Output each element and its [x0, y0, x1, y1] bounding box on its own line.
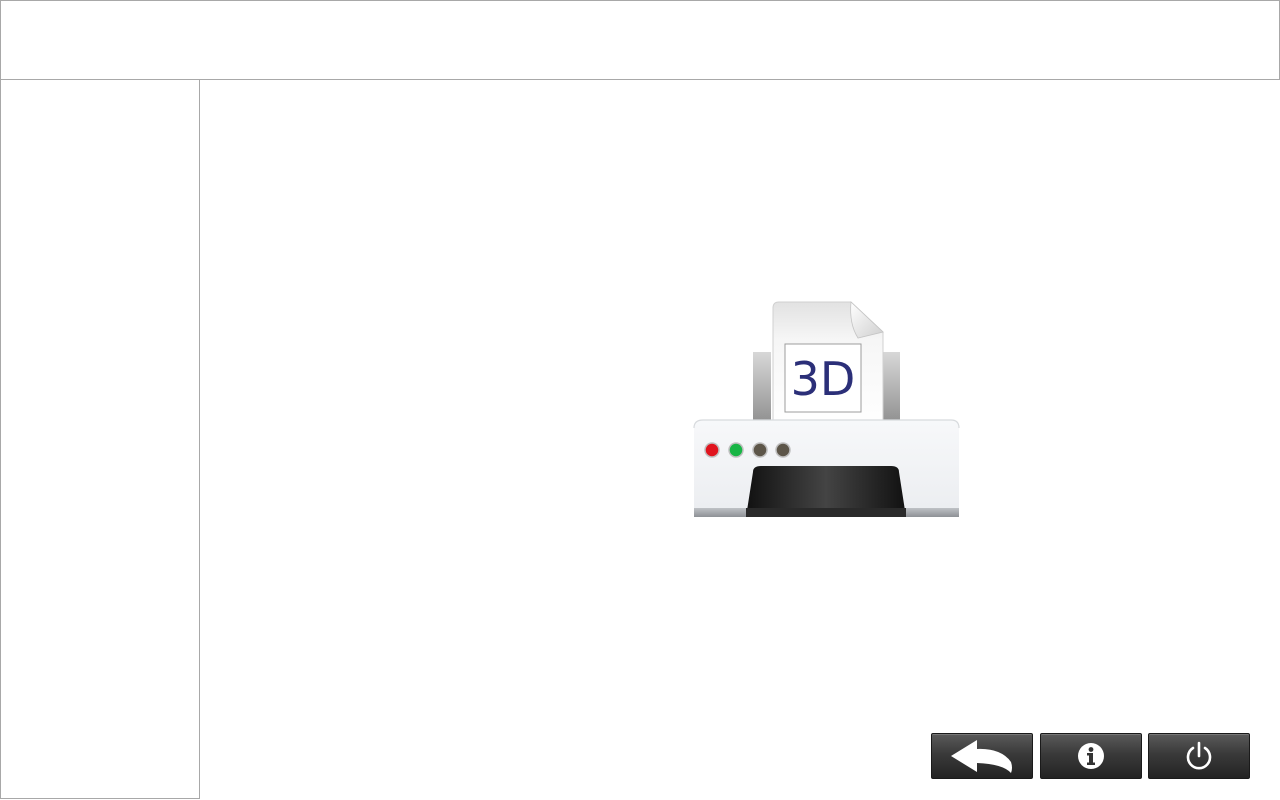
- back-arrow-icon: [949, 738, 1015, 774]
- info-icon: [1077, 742, 1105, 770]
- info-button[interactable]: [1040, 733, 1142, 779]
- power-button[interactable]: [1148, 733, 1250, 779]
- power-icon: [1184, 741, 1214, 771]
- 3d-printer-icon: 3D: [693, 300, 961, 520]
- paper-label: 3D: [791, 352, 856, 406]
- sidebar: [0, 80, 200, 799]
- back-button[interactable]: [931, 733, 1033, 779]
- header-bar: [0, 0, 1280, 80]
